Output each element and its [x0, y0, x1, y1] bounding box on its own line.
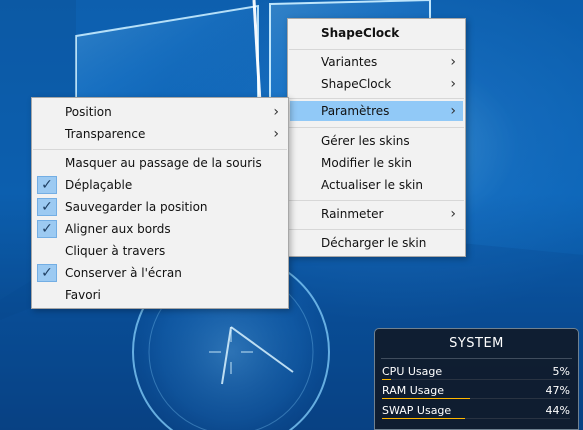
- submenu-item-deplacable[interactable]: ✓ Déplaçable: [32, 175, 288, 195]
- menu-separator: [289, 49, 464, 50]
- check-icon: ✓: [37, 220, 57, 238]
- chevron-right-icon: ›: [450, 76, 456, 92]
- menu-item-actualiser-skin[interactable]: Actualiser le skin: [288, 175, 465, 195]
- chevron-right-icon: ›: [273, 126, 279, 142]
- check-icon: ✓: [37, 264, 57, 282]
- cpu-usage-track: [382, 379, 570, 380]
- menu-separator: [289, 229, 464, 230]
- cpu-usage-value: 5%: [552, 365, 570, 378]
- menu-item-decharger-skin[interactable]: Décharger le skin: [288, 233, 465, 253]
- menu-item-rainmeter[interactable]: Rainmeter ›: [288, 204, 465, 224]
- swap-usage-track: [382, 418, 570, 419]
- menu-item-gerer-skins[interactable]: Gérer les skins: [288, 131, 465, 151]
- swap-usage-value: 44%: [545, 404, 570, 417]
- submenu-item-transparence[interactable]: Transparence ›: [32, 124, 288, 144]
- parameters-submenu: Position › Transparence › Masquer au pas…: [31, 97, 289, 309]
- submenu-item-favori[interactable]: Favori: [32, 285, 288, 305]
- system-title: SYSTEM: [449, 336, 504, 351]
- chevron-right-icon: ›: [450, 206, 456, 222]
- swap-usage-row: SWAP Usage 44%: [382, 404, 570, 422]
- ram-usage-value: 47%: [545, 384, 570, 397]
- chevron-right-icon: ›: [450, 103, 456, 119]
- ram-usage-row: RAM Usage 47%: [382, 384, 570, 402]
- submenu-item-position[interactable]: Position ›: [32, 102, 288, 122]
- cpu-usage-label: CPU Usage: [382, 365, 443, 378]
- swap-usage-label: SWAP Usage: [382, 404, 452, 417]
- menu-title-shapeclock: ShapeClock: [321, 26, 400, 40]
- submenu-item-sauvegarder-position[interactable]: ✓ Sauvegarder la position: [32, 197, 288, 217]
- chevron-right-icon: ›: [450, 54, 456, 70]
- system-divider: [381, 358, 572, 359]
- submenu-item-cliquer-travers[interactable]: Cliquer à travers: [32, 241, 288, 261]
- menu-separator: [289, 200, 464, 201]
- ram-usage-bar: [382, 398, 471, 399]
- ram-usage-label: RAM Usage: [382, 384, 444, 397]
- system-widget[interactable]: SYSTEM CPU Usage 5% RAM Usage 47% SWAP U…: [374, 328, 579, 430]
- menu-item-shapeclock[interactable]: ShapeClock ›: [288, 74, 465, 94]
- menu-item-parametres[interactable]: Paramètres ›: [290, 101, 463, 121]
- menu-item-variantes[interactable]: Variantes ›: [288, 52, 465, 72]
- submenu-item-conserver-ecran[interactable]: ✓ Conserver à l'écran: [32, 263, 288, 283]
- skin-context-menu: ShapeClock Variantes › ShapeClock › Para…: [287, 18, 466, 257]
- submenu-item-masquer-passage-souris[interactable]: Masquer au passage de la souris: [32, 153, 288, 173]
- check-icon: ✓: [37, 198, 57, 216]
- cpu-usage-row: CPU Usage 5%: [382, 365, 570, 383]
- chevron-right-icon: ›: [273, 104, 279, 120]
- cpu-usage-bar: [382, 379, 392, 380]
- menu-separator: [33, 149, 287, 150]
- menu-separator: [289, 127, 464, 128]
- submenu-item-aligner-bords[interactable]: ✓ Aligner aux bords: [32, 219, 288, 239]
- ram-usage-track: [382, 398, 570, 399]
- menu-item-modifier-skin[interactable]: Modifier le skin: [288, 153, 465, 173]
- check-icon: ✓: [37, 176, 57, 194]
- swap-usage-bar: [382, 418, 465, 419]
- menu-separator: [289, 98, 464, 99]
